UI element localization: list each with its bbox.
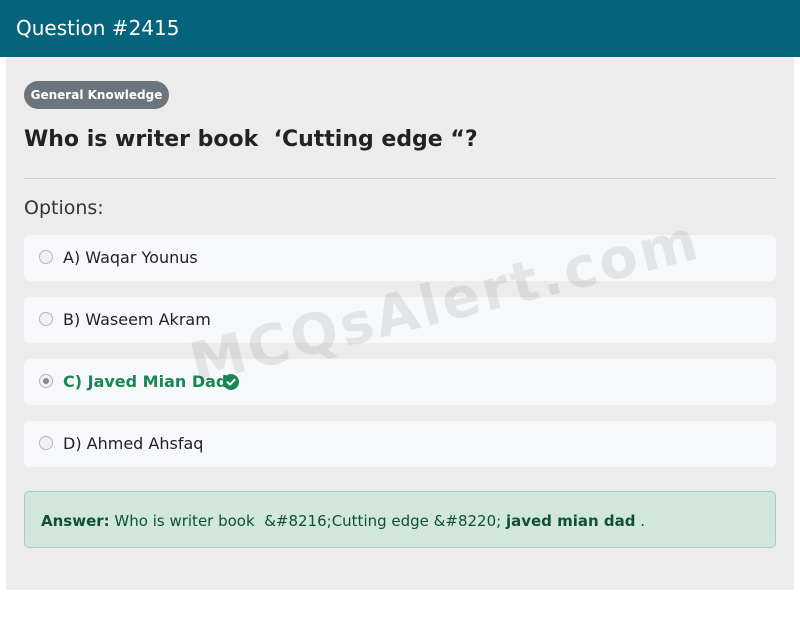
option-d[interactable]: D) Ahmed Ahsfaq [24,421,776,467]
check-circle-icon [223,374,239,390]
answer-line: Answer: Who is writer book &#8216;Cuttin… [41,510,645,532]
category-badge[interactable]: General Knowledge [24,81,169,109]
option-label: D) Ahmed Ahsfaq [63,434,204,453]
answer-value: javed mian dad [505,512,636,530]
radio-button[interactable] [39,436,53,450]
answer-prefix: Answer: [41,512,110,530]
radio-button[interactable] [39,312,53,326]
option-c[interactable]: C) Javed Mian Dad [24,359,776,405]
question-title: Question #2415 [16,16,180,40]
option-label: B) Waseem Akram [63,310,211,329]
option-b[interactable]: B) Waseem Akram [24,297,776,343]
answer-text: Who is writer book &#8216;Cutting edge &… [109,512,506,530]
answer-box: Answer: Who is writer book &#8216;Cuttin… [24,491,776,548]
option-label: C) Javed Mian Dad [63,372,228,391]
radio-button-selected[interactable] [39,374,53,388]
option-a[interactable]: A) Waqar Younus [24,235,776,281]
option-label: A) Waqar Younus [63,248,198,267]
question-header: Question #2415 [0,0,800,57]
question-text: Who is writer book ‘Cutting edge “? [24,127,478,152]
answer-suffix: . [635,512,646,530]
divider [24,178,776,179]
radio-button[interactable] [39,250,53,264]
options-heading: Options: [24,197,104,219]
